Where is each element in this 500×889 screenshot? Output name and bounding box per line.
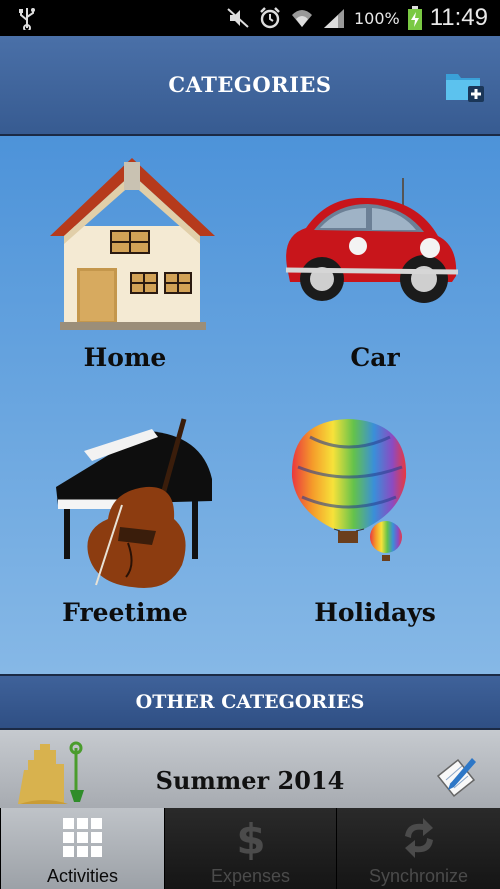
signal-icon [323,9,344,28]
clock: 11:49 [429,4,488,31]
category-label: Home [83,343,167,372]
tab-label: Synchronize [368,866,469,886]
mute-icon [227,8,249,28]
category-label: Holidays [314,598,436,627]
sync-icon [404,818,433,858]
piano-cello-icon [56,418,212,589]
activity-row[interactable]: Summer 2014 [0,730,500,808]
battery-percent: 100% [353,8,400,28]
app-header: CATEGORIES [0,36,500,136]
add-folder-icon[interactable] [444,66,486,106]
activity-name: Summer 2014 [155,766,345,795]
other-categories-label: OTHER CATEGORIES [135,691,365,713]
category-label: Car [350,343,400,372]
usb-icon [19,8,35,30]
alarm-icon [260,7,280,29]
svg-text:$: $ [236,816,265,860]
notepad-edit-icon[interactable] [432,754,478,800]
other-categories-bar[interactable]: OTHER CATEGORIES [0,674,500,730]
wifi-icon [291,10,312,27]
tab-synchronize[interactable]: Synchronize [336,808,500,889]
hot-air-balloon-icon [291,419,407,561]
category-home[interactable]: Home [0,136,250,405]
tab-activities[interactable]: Activities [0,808,164,889]
grid-icon [62,818,102,857]
page-title: CATEGORIES [168,72,332,97]
house-icon [50,158,215,330]
category-holidays[interactable]: Holidays [250,405,500,674]
category-freetime[interactable]: Freetime [0,405,250,674]
category-label: Freetime [62,598,188,627]
bottom-tab-bar: Activities $ Expenses Synchronize [0,808,500,889]
status-bar: 100% 11:49 [0,0,500,36]
category-grid: Home Car Freetime Holidays [0,136,500,674]
tab-label: Activities [46,866,118,886]
tab-expenses[interactable]: $ Expenses [164,808,336,889]
car-icon [285,178,459,303]
tab-label: Expenses [210,866,291,886]
battery-charging-icon [407,6,422,30]
category-car[interactable]: Car [250,136,500,405]
dollar-icon: $ [236,816,265,860]
